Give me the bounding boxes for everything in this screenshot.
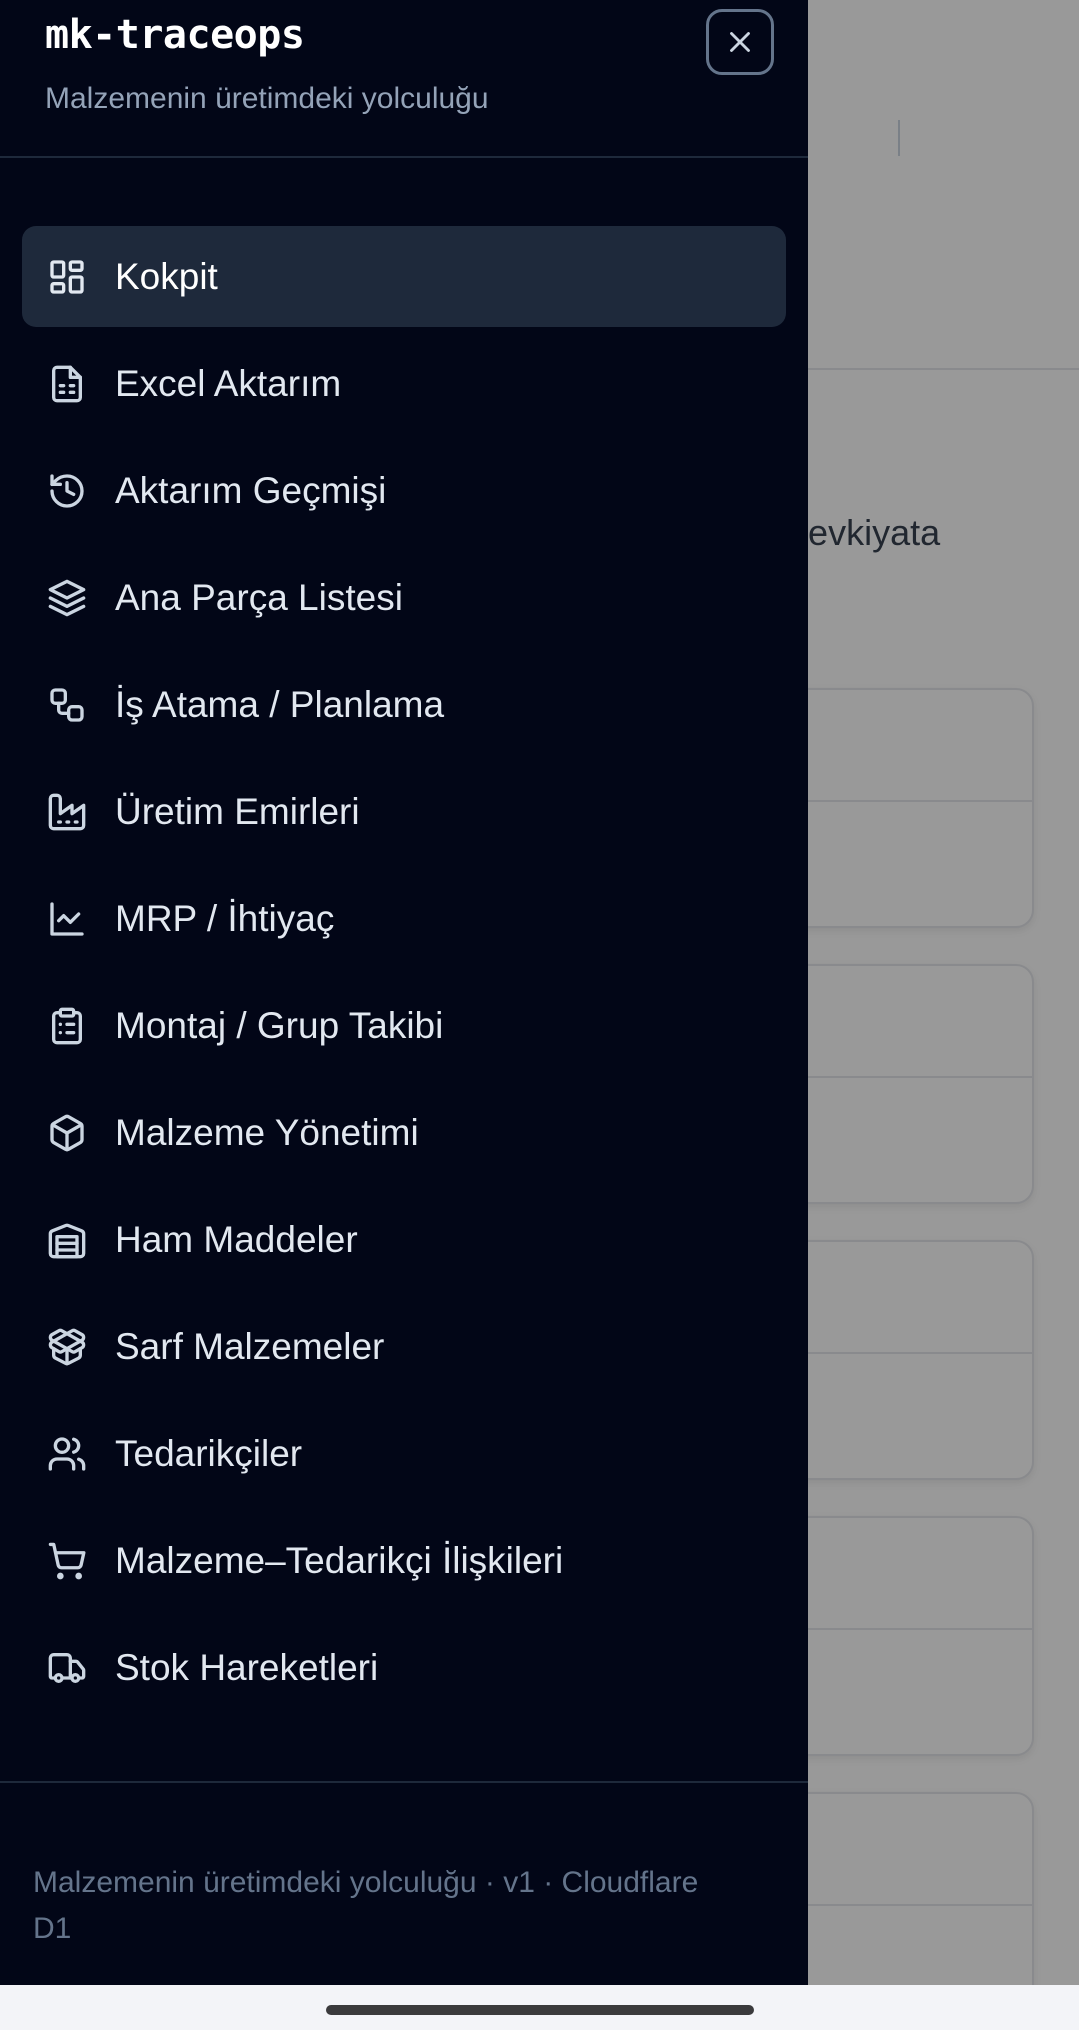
sidebar-item-label: Ham Maddeler: [115, 1218, 358, 1260]
sidebar-nav: Kokpit Excel Aktarım Aktarım Geçmişi Ana…: [22, 226, 786, 1724]
footer-divider: [0, 1781, 808, 1783]
history-icon: [46, 470, 88, 512]
home-indicator[interactable]: [326, 2005, 754, 2015]
line-chart-icon: [46, 898, 88, 940]
workflow-icon: [46, 684, 88, 726]
spreadsheet-file-icon: [46, 363, 88, 405]
sidebar-item-aktarim-gecmisi[interactable]: Aktarım Geçmişi: [22, 440, 786, 541]
clipboard-list-icon: [46, 1005, 88, 1047]
sidebar-item-ana-parca-listesi[interactable]: Ana Parça Listesi: [22, 547, 786, 648]
sidebar-item-sarf-malzemeler[interactable]: Sarf Malzemeler: [22, 1296, 786, 1397]
sidebar-item-label: Montaj / Grup Takibi: [115, 1004, 444, 1046]
package-icon: [46, 1112, 88, 1154]
sidebar-item-malzeme-tedarikci-iliskileri[interactable]: Malzeme–Tedarikçi İlişkileri: [22, 1510, 786, 1611]
drawer-footer: Malzemenin üretimdeki yolculuğu · v1 · C…: [33, 1866, 699, 1945]
sidebar-item-label: Üretim Emirleri: [115, 790, 360, 832]
close-drawer-button[interactable]: [706, 9, 774, 75]
package-open-icon: [46, 1326, 88, 1368]
sidebar-item-excel-aktarim[interactable]: Excel Aktarım: [22, 333, 786, 434]
sidebar-item-label: Malzeme–Tedarikçi İlişkileri: [115, 1539, 564, 1581]
sidebar-item-label: İş Atama / Planlama: [115, 683, 445, 725]
shopping-cart-icon: [46, 1540, 88, 1582]
drawer-header: mk-traceops Malzemenin üretimdeki yolcul…: [0, 0, 808, 158]
sidebar-item-tedarikciler[interactable]: Tedarikçiler: [22, 1403, 786, 1504]
brand-tagline: Malzemenin üretimdeki yolculuğu: [45, 82, 489, 115]
sidebar-item-montaj-grup-takibi[interactable]: Montaj / Grup Takibi: [22, 975, 786, 1076]
sidebar-item-kokpit[interactable]: Kokpit: [22, 226, 786, 327]
sidebar-item-label: MRP / İhtiyaç: [115, 897, 335, 939]
truck-icon: [46, 1647, 88, 1689]
warehouse-icon: [46, 1219, 88, 1261]
sidebar-item-label: Ana Parça Listesi: [115, 576, 403, 618]
layers-icon: [46, 577, 88, 619]
factory-icon: [46, 791, 88, 833]
sidebar-item-malzeme-yonetimi[interactable]: Malzeme Yönetimi: [22, 1082, 786, 1183]
sidebar-item-stok-hareketleri[interactable]: Stok Hareketleri: [22, 1617, 786, 1718]
sidebar-item-ham-maddeler[interactable]: Ham Maddeler: [22, 1189, 786, 1290]
sidebar-item-label: Malzeme Yönetimi: [115, 1111, 419, 1153]
users-icon: [46, 1433, 88, 1475]
sidebar-item-uretim-emirleri[interactable]: Üretim Emirleri: [22, 761, 786, 862]
brand-title: mk-traceops: [45, 12, 305, 58]
sidebar-item-is-atama-planlama[interactable]: İş Atama / Planlama: [22, 654, 786, 755]
close-icon: [730, 32, 750, 52]
sidebar-item-label: Kokpit: [115, 255, 218, 297]
navigation-drawer: mk-traceops Malzemenin üretimdeki yolcul…: [0, 0, 808, 1985]
dashboard-icon: [46, 256, 88, 298]
sidebar-item-label: Sarf Malzemeler: [115, 1325, 385, 1367]
sidebar-item-mrp-ihtiyac[interactable]: MRP / İhtiyaç: [22, 868, 786, 969]
sidebar-item-label: Excel Aktarım: [115, 362, 342, 404]
sidebar-item-label: Stok Hareketleri: [115, 1646, 379, 1688]
sidebar-item-label: Aktarım Geçmişi: [115, 469, 387, 511]
sidebar-item-label: Tedarikçiler: [115, 1432, 303, 1474]
